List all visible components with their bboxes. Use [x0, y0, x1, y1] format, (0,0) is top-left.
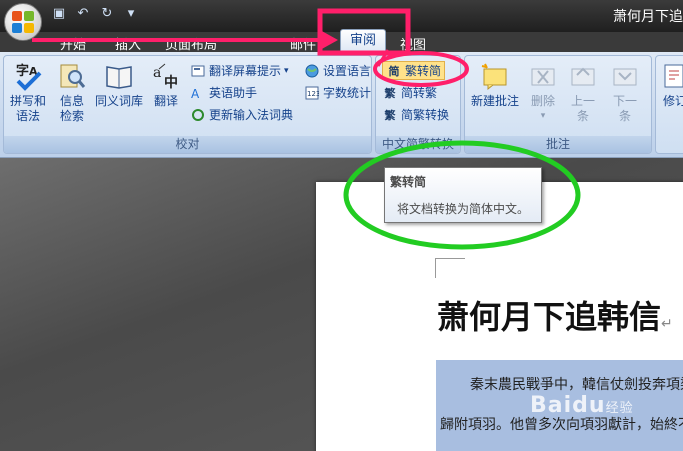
- group-chinese-conversion: 简 繁转简 繁 简转繁 繁 简繁转换 中文简繁转换: [375, 55, 461, 154]
- update-ime-button[interactable]: 更新输入法词典: [190, 105, 293, 124]
- group-label-chinese-conversion: 中文简繁转换: [376, 136, 460, 153]
- document-line[interactable]: 秦末農民戰爭中，韓信仗劍投奔項梁: [470, 374, 683, 394]
- convert-icon: 繁: [384, 108, 396, 122]
- group-tracking: 修订: [655, 55, 683, 154]
- set-language-button[interactable]: 设置语言: [304, 61, 371, 80]
- svg-text:123: 123: [307, 90, 319, 98]
- page-margin-marker: [435, 258, 465, 278]
- translation-screentip-button[interactable]: 翻译屏幕提示 ▾: [190, 61, 289, 80]
- svg-text:A: A: [191, 87, 200, 100]
- new-comment-button[interactable]: 新建批注: [467, 60, 523, 109]
- research-icon: [56, 60, 88, 92]
- track-changes-icon: [660, 60, 683, 92]
- simp-to-trad-button[interactable]: 繁 简转繁: [382, 83, 438, 102]
- quick-access-toolbar: ▣ ↶ ↻ ▾: [50, 5, 140, 23]
- group-label-comments: 批注: [465, 136, 651, 153]
- previous-comment-icon: [567, 60, 599, 92]
- tab-review[interactable]: 审阅: [340, 29, 386, 51]
- trad-to-simp-icon: 简: [388, 64, 400, 78]
- tab-mailings[interactable]: 邮件: [290, 34, 316, 53]
- next-comment-icon: [609, 60, 641, 92]
- globe-icon: [304, 63, 320, 79]
- update-dictionary-icon: [190, 107, 206, 123]
- word-count-icon: 123: [304, 85, 320, 101]
- dropdown-arrow-icon: ▾: [540, 111, 546, 121]
- delete-comment-icon: [527, 60, 559, 92]
- screentip-icon: [190, 63, 206, 79]
- dropdown-arrow-icon: ▾: [284, 65, 289, 76]
- spelling-grammar-button[interactable]: 字A 拼写和 语法: [8, 60, 48, 124]
- screentip-trad-to-simp: 繁转简 将文档转换为简体中文。: [384, 167, 542, 223]
- group-comments: 新建批注 删除 ▾ 上一 条 下一 条 批注: [464, 55, 652, 154]
- undo-icon[interactable]: ↶: [74, 5, 92, 23]
- title-bar: ▣ ↶ ↻ ▾ 萧何月下追: [0, 0, 683, 32]
- previous-comment-button[interactable]: 上一 条: [565, 60, 601, 124]
- svg-text:字: 字: [16, 63, 29, 79]
- simp-to-trad-icon: 繁: [384, 86, 396, 100]
- tab-insert[interactable]: 插入: [115, 34, 141, 53]
- document-title[interactable]: 萧何月下追韩信↵: [437, 292, 673, 338]
- office-logo-icon: [12, 11, 34, 33]
- next-comment-button[interactable]: 下一 条: [607, 60, 643, 124]
- window-title: 萧何月下追: [613, 9, 683, 25]
- trad-to-simp-button[interactable]: 简 繁转简: [382, 61, 446, 80]
- track-changes-button[interactable]: 修订: [660, 60, 683, 109]
- redo-icon[interactable]: ↻: [98, 5, 116, 23]
- research-button[interactable]: 信息 检索: [54, 60, 90, 124]
- tab-view[interactable]: 视图: [400, 34, 426, 53]
- paragraph-mark-icon: ↵: [661, 316, 673, 332]
- svg-text:a: a: [153, 65, 161, 81]
- ribbon: 字A 拼写和 语法 信息 检索 同义词库 a中 翻译 翻译屏幕提示 ▾ A 英语…: [0, 52, 683, 158]
- thesaurus-button[interactable]: 同义词库: [92, 60, 146, 109]
- translate-button[interactable]: a中 翻译: [148, 60, 184, 109]
- translate-icon: a中: [150, 60, 182, 92]
- group-label-proofing: 校对: [4, 136, 371, 153]
- tab-page-layout[interactable]: 页面布局: [165, 34, 217, 53]
- assistant-icon: A: [190, 85, 206, 101]
- svg-text:中: 中: [164, 74, 178, 91]
- english-assistant-button[interactable]: A 英语助手: [190, 83, 257, 102]
- chinese-convert-button[interactable]: 繁 简繁转换: [382, 105, 450, 124]
- spelling-check-icon: 字A: [12, 60, 44, 92]
- save-icon[interactable]: ▣: [50, 5, 68, 23]
- customize-qat-icon[interactable]: ▾: [122, 5, 140, 23]
- word-count-button[interactable]: 123 字数统计: [304, 83, 371, 102]
- watermark-logo: Baidu经验: [530, 393, 634, 418]
- new-comment-icon: [479, 60, 511, 92]
- tab-home[interactable]: 开始: [60, 34, 86, 53]
- office-button[interactable]: [4, 3, 42, 41]
- group-proofing: 字A 拼写和 语法 信息 检索 同义词库 a中 翻译 翻译屏幕提示 ▾ A 英语…: [3, 55, 372, 154]
- delete-comment-button[interactable]: 删除 ▾: [525, 60, 561, 124]
- book-icon: [103, 60, 135, 92]
